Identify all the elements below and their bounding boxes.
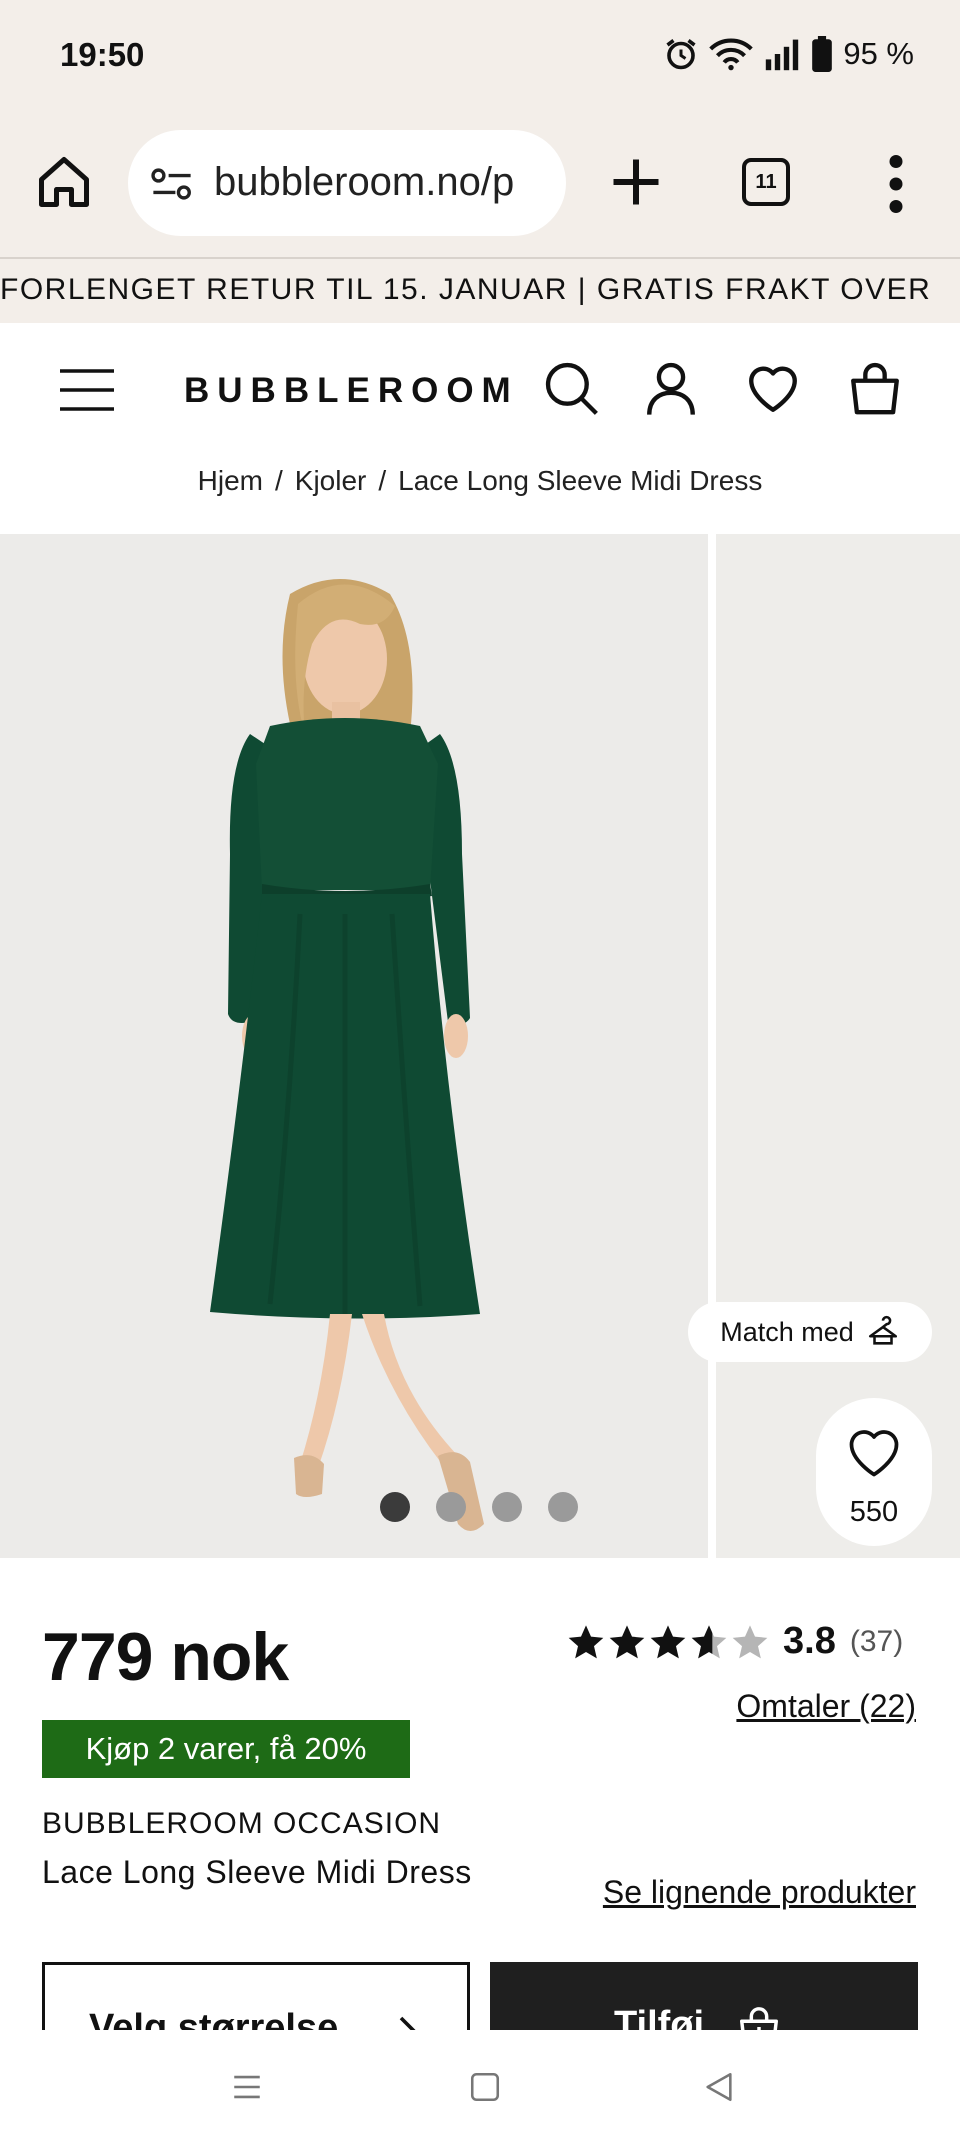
- reviews-link[interactable]: Omtaler (22): [736, 1688, 916, 1725]
- star-empty-icon: [732, 1624, 768, 1658]
- url-text[interactable]: bubbleroom.no/p: [214, 160, 514, 205]
- breadcrumb-current: Lace Long Sleeve Midi Dress: [398, 465, 763, 496]
- status-icons: 95 %: [663, 36, 914, 72]
- more-menu-icon[interactable]: [878, 154, 914, 214]
- breadcrumb-separator: /: [274, 465, 283, 496]
- carousel-dots: [380, 1492, 578, 1522]
- promo-text: FORLENGET RETUR TIL 15. JANUAR | GRATIS …: [0, 273, 932, 306]
- search-icon[interactable]: [542, 359, 600, 417]
- rating-value: 3.8: [783, 1620, 836, 1662]
- carousel-dot[interactable]: [436, 1492, 466, 1522]
- rating-count: (37): [849, 1624, 904, 1658]
- hanger-icon: [868, 1315, 897, 1345]
- battery-icon: [812, 36, 833, 72]
- site-logo[interactable]: BUBBLEROOM: [184, 371, 519, 411]
- promo-banner[interactable]: FORLENGET RETUR TIL 15. JANUAR | GRATIS …: [0, 257, 960, 325]
- carousel-dot[interactable]: [492, 1492, 522, 1522]
- back-nav-icon[interactable]: [702, 2070, 736, 2104]
- status-time: 19:50: [60, 36, 145, 73]
- product-price: 779 nok: [42, 1619, 289, 1695]
- site-settings-icon[interactable]: [150, 166, 194, 202]
- carousel-dot[interactable]: [548, 1492, 578, 1522]
- product-image-next[interactable]: [716, 534, 960, 1558]
- model-photo: [210, 579, 484, 1531]
- product-name: Lace Long Sleeve Midi Dress: [42, 1854, 472, 1890]
- product-brand[interactable]: BUBBLEROOM OCCASION: [42, 1807, 441, 1841]
- carousel-dot[interactable]: [380, 1492, 410, 1522]
- alarm-icon: [666, 39, 696, 70]
- home-nav-icon[interactable]: [468, 2070, 502, 2104]
- signal-icon: [766, 39, 799, 71]
- new-tab-icon[interactable]: [606, 152, 666, 212]
- product-gallery[interactable]: Match med 550: [0, 534, 960, 1558]
- menu-icon[interactable]: [58, 367, 116, 413]
- star-full-icon: [650, 1624, 686, 1658]
- match-with-button[interactable]: Match med: [688, 1302, 932, 1362]
- similar-products-link[interactable]: Se lignende produkter: [603, 1874, 916, 1911]
- product-rating[interactable]: 3.8 (37): [566, 1620, 903, 1663]
- favorite-button[interactable]: 550: [816, 1398, 932, 1546]
- match-with-label: Match med: [720, 1316, 854, 1347]
- address-bar[interactable]: bubbleroom.no/p: [128, 130, 566, 236]
- wishlist-icon[interactable]: [744, 359, 802, 417]
- breadcrumb: Hjem / Kjoler / Lace Long Sleeve Midi Dress: [0, 465, 960, 497]
- breadcrumb-category[interactable]: Kjoler: [295, 465, 367, 496]
- home-icon[interactable]: [34, 152, 94, 212]
- browser-toolbar: bubbleroom.no/p 11: [0, 112, 960, 257]
- favorite-count: 550: [849, 1496, 899, 1528]
- tabs-icon[interactable]: 11: [742, 158, 790, 206]
- recent-apps-icon[interactable]: [230, 2070, 264, 2104]
- tab-count: 11: [755, 171, 777, 193]
- heart-icon: [849, 1430, 899, 1477]
- account-icon[interactable]: [642, 359, 700, 417]
- battery-percent: 95 %: [843, 36, 914, 71]
- wifi-icon: [709, 38, 754, 71]
- breadcrumb-separator: /: [378, 465, 387, 496]
- cart-icon[interactable]: [846, 359, 904, 417]
- system-nav-bar: [0, 2030, 960, 2146]
- star-full-icon: [609, 1624, 645, 1658]
- star-full-icon: [568, 1624, 604, 1658]
- site-header: BUBBLEROOM: [0, 323, 960, 458]
- product-image[interactable]: [0, 534, 708, 1558]
- status-bar: 19:50 95 %: [0, 0, 960, 112]
- star-partial-icon: [691, 1624, 727, 1658]
- deal-badge: Kjøp 2 varer, få 20%: [42, 1720, 410, 1778]
- breadcrumb-home[interactable]: Hjem: [198, 465, 263, 496]
